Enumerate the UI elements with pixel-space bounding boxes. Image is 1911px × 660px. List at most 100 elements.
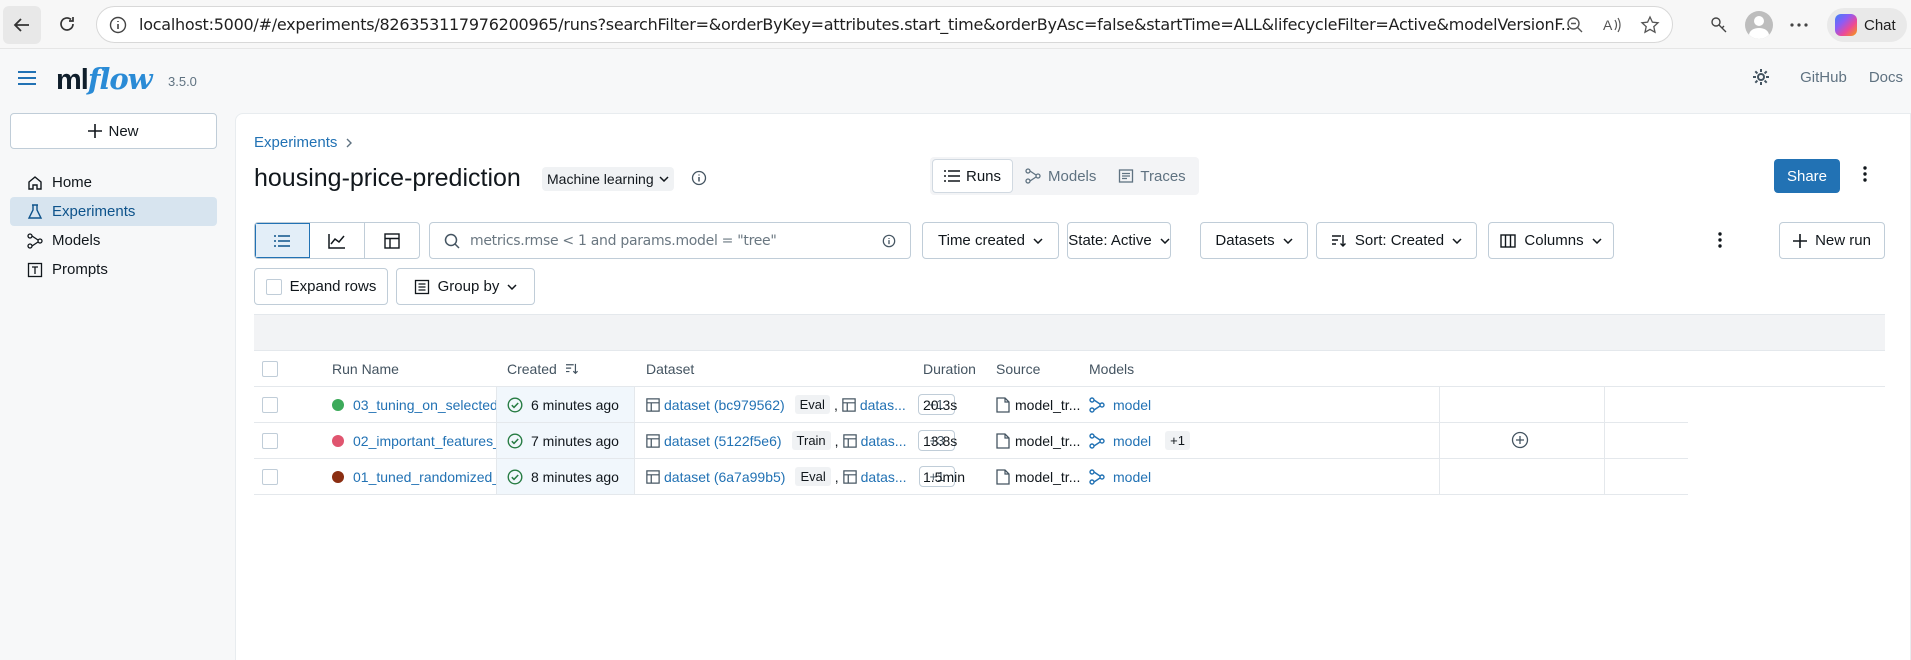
- notebook-icon: [996, 468, 1010, 485]
- model-link[interactable]: model: [1113, 433, 1151, 449]
- browser-menu-button[interactable]: [1779, 6, 1819, 44]
- model-link[interactable]: model: [1113, 469, 1151, 485]
- settings-button[interactable]: [1752, 68, 1770, 86]
- url-text[interactable]: localhost:5000/#/experiments/82635311797…: [139, 15, 1569, 34]
- favorite-star-icon[interactable]: [1640, 14, 1660, 35]
- source-name[interactable]: model_tr...: [1015, 469, 1080, 485]
- notebook-icon: [996, 396, 1010, 413]
- header-dataset[interactable]: Dataset: [646, 351, 694, 387]
- header-label: Models: [1089, 361, 1135, 377]
- docs-link[interactable]: Docs: [1869, 69, 1903, 86]
- chevron-down-icon: [659, 176, 669, 182]
- sidebar-item-prompts[interactable]: Prompts: [10, 255, 217, 284]
- extensions-button[interactable]: [1699, 6, 1739, 44]
- dataset-link[interactable]: dataset (bc979562): [664, 397, 785, 413]
- experiment-type-dropdown[interactable]: Machine learning: [542, 167, 674, 191]
- zoom-out-icon[interactable]: [1566, 16, 1584, 34]
- add-column-button[interactable]: [1511, 431, 1529, 449]
- table-icon: [646, 469, 660, 484]
- sidebar-item-label: Home: [52, 174, 93, 191]
- mlflow-logo[interactable]: ml flow: [56, 62, 153, 97]
- header-run-name[interactable]: Run Name: [332, 351, 399, 387]
- list-icon: [274, 234, 290, 247]
- time-created-dropdown[interactable]: Time created: [922, 222, 1059, 259]
- chart-view-button[interactable]: [310, 223, 365, 258]
- breadcrumb-experiments[interactable]: Experiments: [254, 134, 337, 151]
- tab-traces[interactable]: Traces: [1107, 159, 1196, 193]
- row-checkbox[interactable]: [262, 432, 278, 449]
- table-row[interactable]: 02_important_features_sh... 7 minutes ag…: [254, 423, 1688, 459]
- datasets-dropdown[interactable]: Datasets: [1200, 222, 1308, 259]
- breadcrumb: Experiments: [254, 134, 353, 151]
- info-icon[interactable]: [691, 170, 707, 186]
- back-button[interactable]: [3, 6, 41, 44]
- new-run-button[interactable]: New run: [1779, 222, 1885, 259]
- new-label: New: [108, 122, 139, 140]
- expand-rows-checkbox[interactable]: [265, 278, 282, 295]
- run-color-dot[interactable]: [332, 398, 344, 411]
- table-view-button[interactable]: [255, 223, 310, 258]
- site-info-icon[interactable]: [109, 16, 127, 34]
- header-created[interactable]: Created: [507, 351, 579, 387]
- sort-dropdown[interactable]: Sort: Created: [1316, 222, 1477, 259]
- model-icon: [1089, 468, 1105, 485]
- more-actions-button[interactable]: [1863, 166, 1867, 182]
- dataset-link[interactable]: dataset (6a7a99b5): [664, 469, 785, 485]
- dataset-context-tag: Eval: [795, 467, 831, 486]
- menu-toggle-button[interactable]: [18, 71, 36, 85]
- table-row[interactable]: 03_tuning_on_selected_fe... 6 minutes ag…: [254, 387, 1688, 423]
- chevron-down-icon: [1033, 237, 1043, 244]
- group-by-dropdown[interactable]: Group by: [396, 268, 535, 305]
- chat-label: Chat: [1864, 16, 1896, 34]
- svg-text:A: A: [1603, 17, 1613, 33]
- sidebar-item-home[interactable]: Home: [10, 168, 217, 197]
- dataset-context-tag: Train: [791, 431, 831, 450]
- reload-button[interactable]: [49, 6, 85, 42]
- dataset-link[interactable]: datas...: [861, 469, 907, 485]
- dataset-link[interactable]: datas...: [860, 397, 906, 413]
- info-icon[interactable]: [882, 234, 896, 248]
- github-link[interactable]: GitHub: [1800, 69, 1847, 86]
- prompt-icon: [27, 262, 43, 277]
- created-time: 6 minutes ago: [531, 396, 619, 413]
- logo-flow: flow: [87, 62, 153, 96]
- header-source[interactable]: Source: [996, 351, 1040, 387]
- state-dropdown[interactable]: State: Active: [1067, 222, 1171, 259]
- columns-dropdown[interactable]: Columns: [1488, 222, 1614, 259]
- read-aloud-icon[interactable]: A: [1602, 16, 1622, 34]
- search-input[interactable]: metrics.rmse < 1 and params.model = "tre…: [429, 222, 911, 259]
- model-link[interactable]: model: [1113, 397, 1151, 413]
- run-color-dot[interactable]: [332, 470, 344, 483]
- row-checkbox[interactable]: [262, 468, 278, 485]
- sidebar-item-models[interactable]: Models: [10, 226, 217, 255]
- address-bar[interactable]: localhost:5000/#/experiments/82635311797…: [96, 6, 1673, 43]
- more-vertical-icon: [1863, 166, 1867, 182]
- chat-button[interactable]: Chat: [1827, 8, 1907, 42]
- new-button[interactable]: New: [10, 113, 217, 149]
- artifact-view-button[interactable]: [365, 223, 419, 258]
- header-duration[interactable]: Duration: [923, 351, 976, 387]
- run-color-dot[interactable]: [332, 434, 344, 447]
- more-models-badge[interactable]: +1: [1165, 431, 1190, 450]
- toolbar-more-button[interactable]: [1718, 232, 1722, 248]
- tab-models[interactable]: Models: [1013, 159, 1107, 193]
- search-icon: [444, 233, 460, 249]
- header-models[interactable]: Models: [1089, 351, 1134, 387]
- created-time: 7 minutes ago: [531, 432, 619, 449]
- dataset-link[interactable]: datas...: [861, 433, 907, 449]
- select-all-checkbox[interactable]: [262, 361, 278, 377]
- tab-runs[interactable]: Runs: [932, 159, 1014, 193]
- sidebar-item-experiments[interactable]: Experiments: [10, 197, 217, 226]
- plus-icon: [88, 124, 103, 138]
- new-run-label: New run: [1815, 232, 1871, 249]
- chevron-down-icon: [1283, 237, 1293, 244]
- expand-rows-toggle[interactable]: Expand rows: [254, 268, 388, 305]
- source-name[interactable]: model_tr...: [1015, 397, 1080, 413]
- column-divider: [634, 387, 635, 495]
- table-row[interactable]: 01_tuned_randomized_se... 8 minutes ago …: [254, 459, 1688, 495]
- share-button[interactable]: Share: [1774, 159, 1840, 193]
- source-name[interactable]: model_tr...: [1015, 433, 1080, 449]
- dataset-link[interactable]: dataset (5122f5e6): [664, 433, 782, 449]
- profile-button[interactable]: [1739, 6, 1779, 44]
- row-checkbox[interactable]: [262, 396, 278, 413]
